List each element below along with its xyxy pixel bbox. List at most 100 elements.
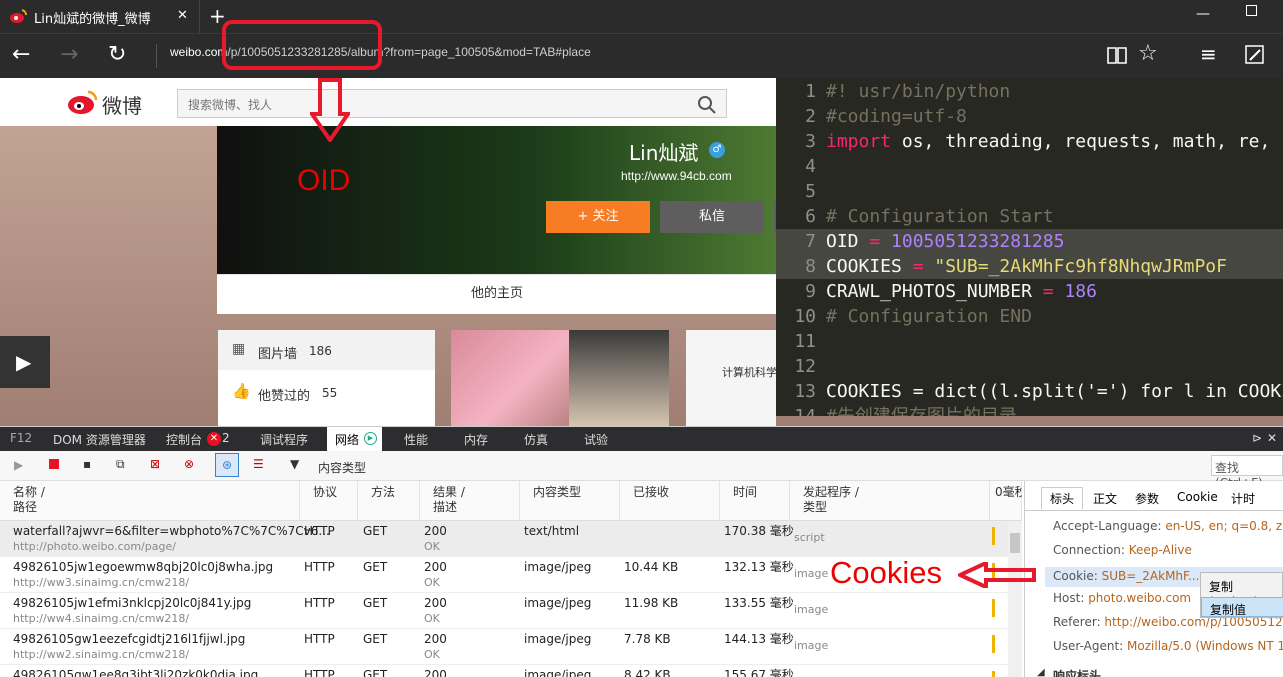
search-icon[interactable] (698, 96, 716, 114)
minimize-icon[interactable]: — (1196, 6, 1210, 22)
tab-console[interactable]: 控制台 (166, 431, 202, 448)
profile-sidebar: ▦ 图片墙 186 👍 他赞过的 55 (218, 330, 435, 426)
cell-type: text/html (524, 524, 580, 538)
tab-experiments[interactable]: 试验 (584, 431, 608, 448)
cell-desc: OK (424, 612, 440, 625)
detail-tab[interactable]: Cookie (1177, 490, 1218, 504)
card-text: 计算机科学与技术 (722, 366, 776, 379)
column-header[interactable]: 协议 (300, 481, 358, 521)
hub-menu-icon[interactable]: ≡ (1200, 42, 1217, 66)
tab-debugger[interactable]: 调试程序 (260, 431, 308, 448)
column-header[interactable]: 时间 (720, 481, 790, 521)
clear-cache-icon[interactable]: ⊗ (184, 457, 194, 471)
column-header[interactable]: 结果 / 描述 (420, 481, 520, 521)
code-line: 11 (776, 329, 1283, 354)
search-input[interactable]: 搜索微博、找人 (177, 89, 727, 118)
header-line[interactable]: Host: photo.weibo.com (1053, 591, 1191, 605)
url-host: weibo.com (170, 45, 228, 59)
album-photo[interactable] (569, 330, 669, 426)
reading-view-icon[interactable] (1106, 45, 1128, 65)
cell-time: 144.13 毫秒 (724, 632, 794, 646)
tab-dom[interactable]: DOM 资源管理器 (53, 431, 146, 448)
favorite-star-icon[interactable]: ☆ (1138, 41, 1158, 66)
back-icon[interactable]: ← (12, 44, 30, 66)
cell-path: http://ww2.sinaimg.cn/cmw218/ (13, 648, 190, 661)
video-thumb[interactable]: ▶ (0, 336, 50, 388)
web-note-icon[interactable] (1244, 44, 1266, 66)
header-line[interactable]: Accept-Language: en-US, en; q=0.8, zh-Ha… (1053, 519, 1283, 533)
context-menu: 复制(Ctrl+C) 复制值 (1200, 572, 1283, 618)
clear-entries-icon[interactable]: ☰ (253, 457, 264, 471)
table-row[interactable]: waterfall?ajwvr=6&filter=wbphoto%7C%7C%7… (0, 521, 1022, 557)
cell-name: 49826105gw1eezefcgidtj216l1fjjwl.jpg (13, 632, 246, 646)
refresh-icon[interactable]: ↻ (108, 44, 126, 66)
import-icon[interactable]: ⧉ (116, 457, 125, 472)
weibo-logo-icon[interactable] (66, 88, 100, 116)
oid-arrow-icon (310, 78, 350, 142)
cell-desc: OK (424, 540, 440, 553)
detail-tab[interactable]: 正文 (1093, 490, 1117, 507)
stop-icon[interactable] (49, 459, 59, 469)
follow-button[interactable]: + 关注 (546, 201, 650, 233)
code-text: COOKIES = dict((l.split('=') for l in CO… (826, 381, 1283, 402)
album-card[interactable]: 计算机科学与技术 (686, 330, 776, 426)
detail-tab[interactable]: 标头 (1041, 487, 1084, 510)
header-line[interactable]: User-Agent: Mozilla/5.0 (Windows NT 10.0… (1053, 639, 1283, 653)
content-type-filter[interactable]: 内容类型 (318, 459, 366, 476)
home-tab[interactable]: 他的主页 (217, 274, 777, 314)
cell-desc: OK (424, 576, 440, 589)
cell-protocol: HTTP (304, 560, 335, 574)
column-header[interactable]: 名称 / 路径 (0, 481, 300, 521)
close-tab-icon[interactable]: ✕ (177, 8, 188, 23)
tab-f12[interactable]: F12 (10, 431, 32, 445)
table-row[interactable]: 49826105gw1eezefcgidtj216l1fjjwl.jpg http… (0, 629, 1022, 665)
header-key: Accept-Language: (1053, 519, 1166, 533)
tab-divider (1025, 510, 1283, 511)
browser-tab[interactable]: Lin灿斌的微博_微博 ✕ (0, 0, 200, 33)
filter-icon[interactable]: ▼ (290, 457, 299, 471)
tab-memory[interactable]: 内存 (464, 431, 488, 448)
navigation-bar: ← → ↻ weibo.com/p/1005051233281285/album… (0, 20, 1283, 78)
column-header[interactable]: 发起程序 / 类型 (790, 481, 990, 521)
line-number: 8 (805, 256, 816, 277)
tab-network[interactable]: 网络 ▶ (327, 427, 382, 451)
header-key: Host: (1053, 591, 1089, 605)
play-icon[interactable]: ▶ (14, 458, 23, 472)
tab-emulation[interactable]: 仿真 (524, 431, 548, 448)
table-row[interactable]: 49826105jw1efmi3nklcpj20lc0j841y.jpg http… (0, 593, 1022, 629)
header-line[interactable]: Connection: Keep-Alive (1053, 543, 1192, 557)
save-icon[interactable]: ▪ (83, 457, 91, 471)
cell-status: 200 (424, 632, 447, 646)
code-text: # Configuration END (826, 306, 1032, 327)
cell-status: 200 (424, 596, 447, 610)
message-button[interactable]: 私信 (660, 201, 764, 233)
menu-copy[interactable]: 复制(Ctrl+C) (1201, 576, 1283, 609)
column-header[interactable]: 方法 (358, 481, 420, 521)
column-header[interactable]: 已接收 (620, 481, 720, 521)
scrollbar-thumb[interactable] (1010, 533, 1020, 553)
cell-path: http://photo.weibo.com/page/ (13, 540, 176, 553)
profile-cover: Lin灿斌 ♂ http://www.94cb.com + 关注 私信 OID (217, 126, 778, 274)
detail-tab[interactable]: 计时 (1231, 490, 1255, 507)
tab-performance[interactable]: 性能 (404, 431, 428, 448)
cell-time: 132.13 毫秒 (724, 560, 794, 574)
sidebar-item-photos[interactable]: ▦ 图片墙 186 (218, 330, 435, 370)
maximize-icon[interactable] (1246, 5, 1257, 16)
cell-name: 49826105jw1egoewmw8qbj20lc0j8wha.jpg (13, 560, 274, 574)
menu-copy-value[interactable]: 复制值 (1201, 597, 1283, 617)
column-header[interactable]: 0毫秒 (990, 481, 1022, 521)
error-count: 2 (222, 431, 230, 445)
sidebar-item-likes[interactable]: 👍 他赞过的 55 (218, 372, 435, 412)
clear-icon[interactable]: ⊠ (150, 457, 160, 471)
always-refresh-icon[interactable]: ⊛ (215, 453, 239, 477)
close-devtools-icon[interactable]: ✕ (1267, 431, 1277, 445)
forward-icon[interactable]: → (60, 44, 78, 66)
table-row[interactable]: 49826105gw1ee8q3ibt3li20zk0k0dia.jpg HTTP… (0, 665, 1022, 677)
column-header[interactable]: 内容类型 (520, 481, 620, 521)
oid-annotation: OID (297, 164, 351, 197)
console-toggle-icon[interactable]: ⊳ (1252, 431, 1262, 445)
cell-type: image/jpeg (524, 596, 592, 610)
detail-tab[interactable]: 参数 (1135, 490, 1159, 507)
cell-initiator: image (794, 603, 829, 616)
find-input[interactable]: 查找(Ctrl+F) (1211, 455, 1283, 490)
